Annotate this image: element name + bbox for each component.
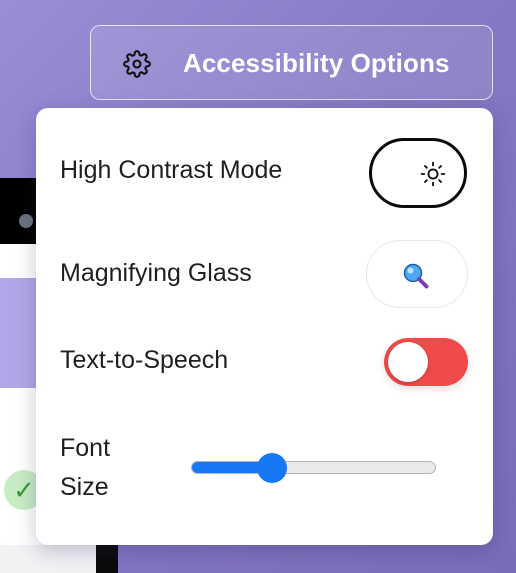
background-lower-strip [0,545,96,573]
background-black-block [96,545,118,573]
high-contrast-label: High Contrast Mode [60,156,283,184]
background-dot [19,214,33,228]
font-size-label-line2: Size [60,473,109,501]
accessibility-options-label: Accessibility Options [183,48,450,78]
accessibility-options-button[interactable]: Accessibility Options [90,25,493,100]
font-size-slider-thumb[interactable] [256,453,287,483]
switch-knob [388,342,428,382]
font-size-slider-track[interactable] [191,461,436,474]
text-to-speech-label: Text-to-Speech [60,346,229,374]
gear-icon [123,50,151,78]
magnifying-glass-label: Magnifying Glass [60,259,252,287]
font-size-label-line1: Font [60,434,111,462]
sun-icon [420,161,446,187]
text-to-speech-switch[interactable] [384,338,468,386]
magnifying-glass-icon [403,263,429,289]
high-contrast-toggle[interactable] [369,138,467,208]
magnifying-glass-toggle[interactable] [366,240,468,308]
accessibility-panel: High Contrast Mode Magnifying Glass Text… [36,108,493,545]
